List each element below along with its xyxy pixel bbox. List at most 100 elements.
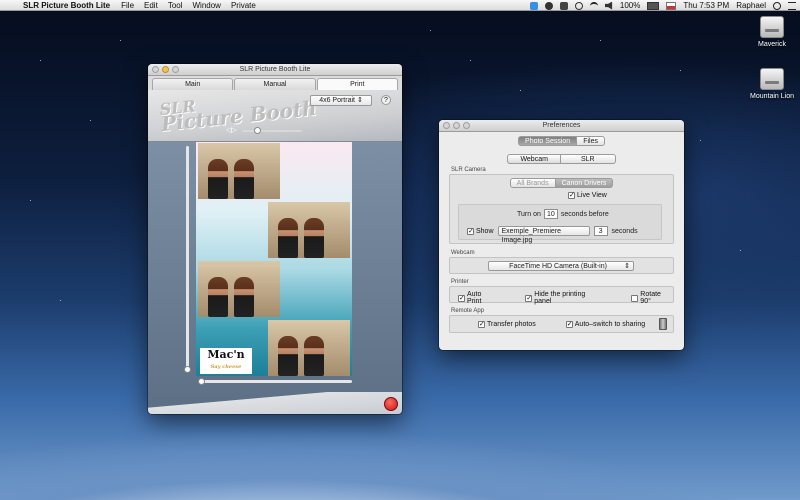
show-checkbox[interactable]: ✓ Show — [467, 227, 494, 235]
dropbox-icon[interactable] — [529, 1, 538, 10]
record-icon[interactable] — [544, 1, 553, 10]
hide-printing-panel-checkbox[interactable]: ✓ Hide the printing panel — [525, 291, 603, 305]
strip-photo-1 — [198, 143, 280, 199]
horizontal-position-slider[interactable] — [198, 378, 352, 385]
tab-slr[interactable]: SLR — [560, 154, 616, 164]
tab-all-brands[interactable]: All Brands — [509, 178, 556, 188]
menu-clock[interactable]: Thu 7:53 PM — [683, 1, 729, 10]
drive-label: Mountain Lion — [750, 93, 794, 100]
close-button[interactable] — [443, 122, 450, 129]
input-flag-icon[interactable] — [666, 1, 677, 10]
slr-banner: SLR Picture Booth 4x6 Portrait ⇕ ? ◁▷ — [148, 90, 402, 142]
webcam-select[interactable]: FaceTime HD Camera (Built-in) ⇕ — [488, 261, 634, 271]
time-machine-icon[interactable] — [574, 1, 583, 10]
photo-strip: Mac'n Say cheese — [196, 142, 352, 376]
tab-print[interactable]: Print — [316, 78, 398, 90]
trash-icon[interactable] — [659, 318, 667, 330]
menu-window[interactable]: Window — [193, 1, 221, 10]
apple-menu-icon[interactable] — [8, 1, 16, 10]
checkmark-icon: ✓ — [458, 294, 465, 302]
zoom-icon: ◁▷ — [226, 127, 237, 134]
battery-icon — [647, 1, 660, 10]
printer-box: ✓ Auto Print ✓ Hide the printing panel Rot… — [449, 286, 674, 305]
turn-on-seconds-field[interactable]: 10 — [543, 209, 558, 219]
rotate-label: Rotate 90° — [640, 291, 661, 305]
preferences-window: Preferences Photo Session Files Webcam S… — [439, 120, 684, 350]
macn-logo-text: Mac'n — [207, 348, 245, 361]
slr-logo: SLR Picture Booth — [159, 86, 318, 136]
menu-private[interactable]: Private — [231, 1, 256, 10]
brand-tabs: All Brands Canon Drivers — [450, 178, 673, 188]
print-preview-area: Mac'n Say cheese — [148, 142, 402, 414]
zoom-button[interactable] — [463, 122, 470, 129]
show-row: ✓ Show Exemple_Premiere Image.jpg 3 seco… — [467, 226, 638, 244]
macn-logo: Mac'n Say cheese — [200, 348, 252, 374]
prefs-titlebar[interactable]: Preferences — [439, 120, 684, 132]
battery-percent[interactable]: 100% — [620, 1, 640, 10]
transfer-label: Transfer photos — [487, 321, 536, 328]
live-view-checkbox[interactable]: ✓ Live View — [568, 192, 607, 199]
checkmark-icon: ✓ — [525, 294, 533, 302]
rotate-90-checkbox[interactable]: Rotate 90° — [631, 291, 673, 305]
vertical-slider-knob[interactable] — [184, 366, 191, 373]
minimize-button[interactable] — [453, 122, 460, 129]
macn-logo-sub: Say cheese — [210, 364, 242, 370]
menu-tool[interactable]: Tool — [168, 1, 183, 10]
hard-drive-icon — [760, 68, 784, 90]
spotlight-icon[interactable] — [773, 1, 781, 10]
empty-checkbox-icon — [631, 294, 639, 302]
tab-webcam[interactable]: Webcam — [507, 154, 561, 164]
auto-switch-checkbox[interactable]: ✓ Auto–switch to sharing — [565, 321, 645, 328]
desktop-drive-mountain-lion[interactable]: Mountain Lion — [742, 68, 800, 100]
slr-camera-label: SLR Camera — [451, 167, 486, 173]
menu-app-name[interactable]: SLR Picture Booth Lite — [23, 1, 110, 10]
menu-file[interactable]: File — [121, 1, 134, 10]
zoom-slider[interactable]: ◁▷ — [226, 127, 302, 135]
auto-print-checkbox[interactable]: ✓ Auto Print — [458, 291, 497, 305]
notification-center-icon[interactable] — [788, 1, 796, 10]
webcam-box: FaceTime HD Camera (Built-in) ⇕ — [449, 257, 674, 274]
printer-label: Printer — [451, 279, 469, 285]
wifi-icon[interactable] — [589, 1, 598, 10]
menu-edit[interactable]: Edit — [144, 1, 158, 10]
horizontal-slider-knob[interactable] — [198, 378, 205, 385]
tab-canon-drivers[interactable]: Canon Drivers — [555, 178, 614, 188]
print-button[interactable] — [384, 397, 398, 411]
image-file-select[interactable]: Exemple_Premiere Image.jpg — [497, 226, 590, 244]
tab-photo-session[interactable]: Photo Session — [518, 136, 578, 146]
slr-picture-booth-window: SLR Picture Booth Lite Main Manual Print… — [148, 64, 402, 414]
hide-panel-label: Hide the printing panel — [534, 291, 586, 305]
checkmark-icon: ✓ — [478, 321, 485, 328]
show-label: Show — [476, 227, 494, 235]
tab-main[interactable]: Main — [152, 78, 234, 90]
volume-icon[interactable] — [604, 1, 613, 10]
live-view-options: Turn on 10 seconds before ✓ Show Exemple… — [458, 204, 662, 244]
checkmark-icon: ✓ — [467, 227, 474, 235]
source-tabs: Webcam SLR — [439, 154, 684, 164]
close-button[interactable] — [152, 66, 159, 73]
zoom-knob[interactable] — [254, 127, 261, 134]
bluetooth-icon[interactable] — [559, 1, 568, 10]
desktop-drive-maverick[interactable]: Maverick — [742, 16, 800, 48]
help-button[interactable]: ? — [381, 95, 391, 105]
webcam-value: FaceTime HD Camera (Built-in) — [509, 263, 607, 270]
zoom-track[interactable] — [242, 130, 302, 132]
strip-photo-3 — [198, 261, 280, 317]
format-value: 4x6 Portrait — [319, 97, 355, 104]
live-view-label: Live View — [577, 192, 607, 199]
vertical-position-slider[interactable] — [184, 146, 191, 373]
menu-user[interactable]: Raphael — [736, 1, 766, 10]
remote-app-box: ✓ Transfer photos ✓ Auto–switch to sharing — [449, 315, 674, 333]
show-seconds-field[interactable]: 3 — [593, 226, 608, 236]
zoom-button[interactable] — [172, 66, 179, 73]
prefs-window-title: Preferences — [542, 122, 581, 129]
tab-files[interactable]: Files — [577, 136, 605, 146]
minimize-button[interactable] — [162, 66, 169, 73]
printer-options: ✓ Auto Print ✓ Hide the printing panel Rot… — [458, 291, 673, 305]
seconds-before-label: seconds before — [560, 210, 609, 218]
transfer-photos-checkbox[interactable]: ✓ Transfer photos — [478, 321, 536, 328]
webcam-label: Webcam — [451, 250, 475, 256]
print-format-select[interactable]: 4x6 Portrait ⇕ — [310, 95, 372, 106]
remote-options: ✓ Transfer photos ✓ Auto–switch to sharing — [478, 321, 645, 328]
slr-titlebar[interactable]: SLR Picture Booth Lite — [148, 64, 402, 76]
